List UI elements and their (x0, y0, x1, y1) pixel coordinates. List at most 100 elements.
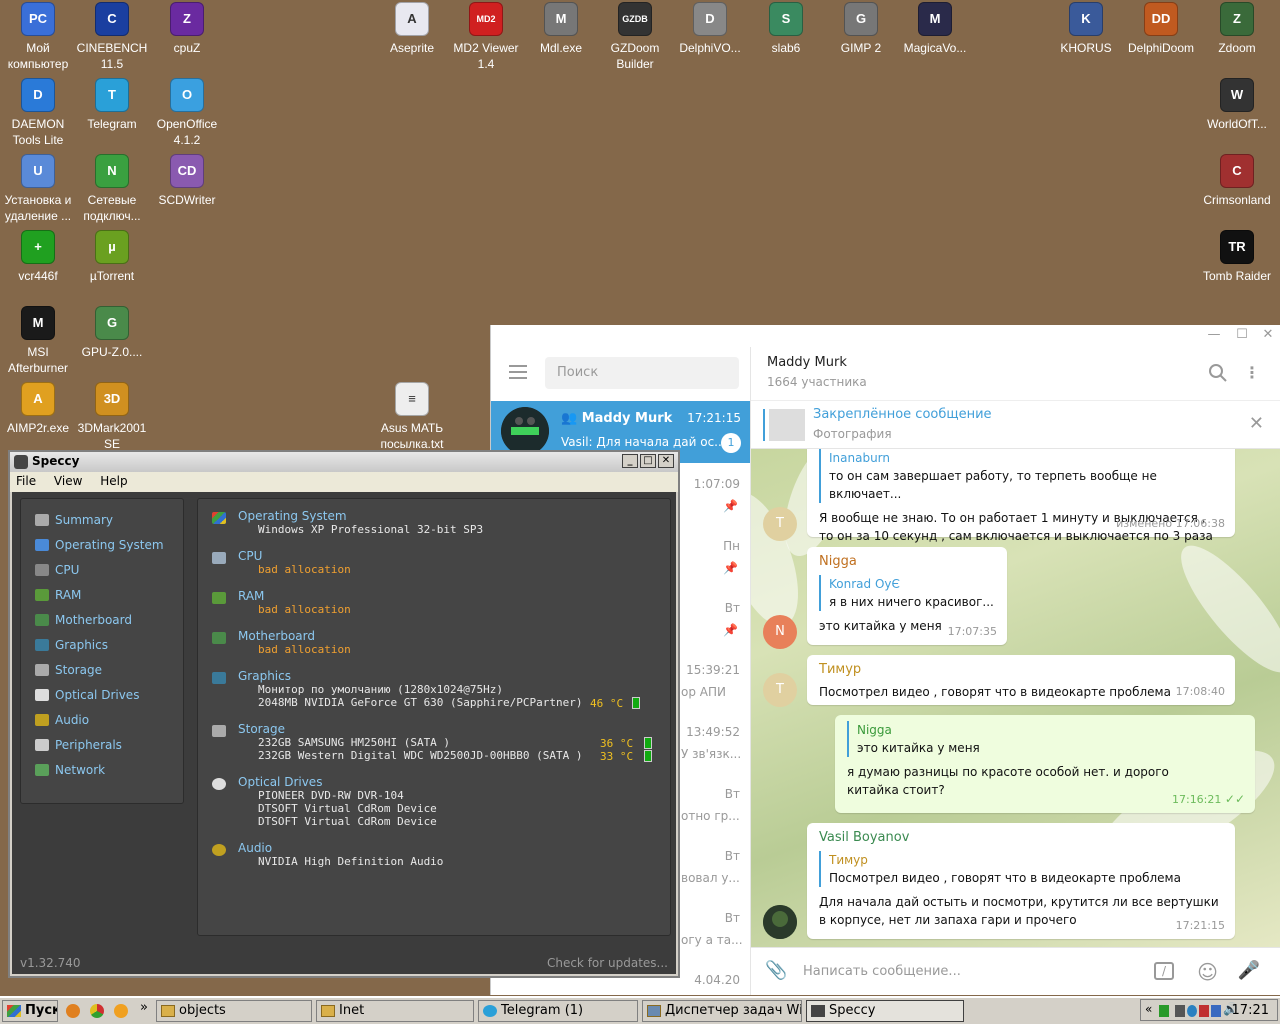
close-button[interactable]: ✕ (658, 454, 674, 468)
message-author[interactable]: Vasil Boyanov (819, 829, 1223, 847)
desktop-icon[interactable]: Sslab6 (748, 2, 824, 56)
more-options-icon[interactable]: ⋮ (1244, 363, 1260, 382)
desktop-icon[interactable]: T Telegram (74, 78, 150, 132)
desktop-icon[interactable]: GZDB GZDoom Builder (597, 2, 673, 72)
commands-icon[interactable]: / (1154, 962, 1174, 980)
chat-item-meta[interactable]: Вт (670, 787, 740, 801)
chat-item-meta[interactable]: 13:49:52 (670, 725, 740, 739)
desktop-icon[interactable]: CD SCDWriter (149, 154, 225, 208)
desktop-icon[interactable]: Z Zdoom (1199, 2, 1275, 56)
search-icon[interactable] (1208, 363, 1228, 387)
aimp-icon[interactable] (114, 1004, 128, 1018)
desktop-icon[interactable]: 3D 3DMark2001 SE (74, 382, 150, 452)
close-pinned-icon[interactable]: ✕ (1249, 413, 1264, 434)
message-author[interactable]: Nigga (819, 553, 995, 571)
tray-icon[interactable] (1187, 1005, 1197, 1017)
chat-item-preview[interactable]: отно гр... (681, 809, 750, 823)
taskbar-objects[interactable]: objects (156, 1000, 312, 1022)
chat-item-meta[interactable]: Вт (670, 911, 740, 925)
attach-icon[interactable]: 📎 (765, 960, 787, 981)
chat-item-meta[interactable]: 15:39:21 (670, 663, 740, 677)
desktop-icon[interactable]: M Mdl.exe (523, 2, 599, 56)
desktop-icon[interactable]: TR Tomb Raider (1199, 230, 1275, 284)
desktop-icon[interactable]: U Установка и удаление ... (0, 154, 76, 224)
nav-operating-system[interactable]: Operating System (21, 532, 183, 557)
chat-title[interactable]: Maddy Murk (767, 355, 847, 370)
desktop-icon[interactable]: C CINEBENCH 11.5 (74, 2, 150, 72)
chat-item-preview[interactable]: огу а та... (681, 933, 750, 947)
tray-icon[interactable] (1175, 1005, 1185, 1017)
chat-item-meta[interactable]: 4.04.20 (670, 973, 740, 987)
chat-item-meta[interactable]: 1:07:09 (670, 477, 740, 491)
chat-item-preview[interactable]: У зв'язк... (681, 747, 750, 761)
nav-summary[interactable]: Summary (21, 507, 183, 532)
avatar[interactable] (763, 905, 797, 939)
menu-icon[interactable] (509, 365, 527, 379)
chat-item-preview[interactable]: вовал у... (681, 871, 750, 885)
nav-audio[interactable]: Audio (21, 707, 183, 732)
desktop-icon[interactable]: µ µTorrent (74, 230, 150, 284)
menu-file[interactable]: File (16, 474, 36, 488)
maximize-button[interactable]: □ (640, 454, 656, 468)
quicklaunch-more-icon[interactable]: » (140, 1000, 148, 1015)
desktop-icon[interactable]: ZcpuZ (149, 2, 225, 56)
nav-network[interactable]: Network (21, 757, 183, 782)
nav-peripherals[interactable]: Peripherals (21, 732, 183, 757)
menu-help[interactable]: Help (100, 474, 127, 488)
nav-optical-drives[interactable]: Optical Drives (21, 682, 183, 707)
close-icon[interactable]: ✕ (1258, 327, 1278, 342)
chat-item-meta[interactable]: Вт (670, 601, 740, 615)
desktop-icon[interactable]: D DAEMON Tools Lite (0, 78, 76, 148)
minimize-button[interactable]: _ (622, 454, 638, 468)
chat-item-preview[interactable]: ор АПИ (681, 685, 750, 699)
message-bubble[interactable]: Inanaburn то он сам завершает работу, то … (807, 449, 1235, 543)
tray-icon[interactable] (1199, 1005, 1209, 1017)
desktop-icon[interactable]: ≡ Asus МАТЬ посылка.txt (374, 382, 450, 452)
avatar[interactable]: T (763, 507, 797, 541)
desktop-icon[interactable]: G GIMP 2 (823, 2, 899, 56)
desktop-icon[interactable]: A Aseprite (374, 2, 450, 56)
desktop-icon[interactable]: K KHORUS (1048, 2, 1124, 56)
desktop-icon[interactable]: W WorldOfT... (1199, 78, 1275, 132)
quicklaunch-icon[interactable] (66, 1004, 80, 1018)
message-author[interactable]: Тимур (819, 661, 1223, 679)
chrome-icon[interactable] (90, 1004, 104, 1018)
tray-icon[interactable] (1159, 1005, 1169, 1017)
desktop-icon[interactable]: A AIMP2r.exe (0, 382, 76, 436)
desktop-icon[interactable]: M MSI Afterburner (0, 306, 76, 376)
message-input[interactable]: Написать сообщение... (803, 964, 961, 979)
nav-ram[interactable]: RAM (21, 582, 183, 607)
taskbar-telegram[interactable]: Telegram (1) (478, 1000, 638, 1022)
speccy-titlebar[interactable]: Speccy _ □ ✕ (10, 452, 678, 472)
start-button[interactable]: Пуск (2, 1000, 58, 1022)
message-bubble[interactable]: Тимур Посмотрел видео , говорят что в ви… (807, 655, 1235, 705)
desktop-icon[interactable]: + vcr446f (0, 230, 76, 284)
nav-cpu[interactable]: CPU (21, 557, 183, 582)
desktop-icon[interactable]: O OpenOffice 4.1.2 (149, 78, 225, 148)
nav-motherboard[interactable]: Motherboard (21, 607, 183, 632)
nav-graphics[interactable]: Graphics (21, 632, 183, 657)
taskbar-speccy[interactable]: Speccy (806, 1000, 964, 1022)
nav-storage[interactable]: Storage (21, 657, 183, 682)
taskbar-inet[interactable]: Inet (316, 1000, 474, 1022)
chat-item-meta[interactable]: Пн (670, 539, 740, 553)
microphone-icon[interactable]: 🎤 (1238, 960, 1260, 981)
chat-item-meta[interactable]: Вт (670, 849, 740, 863)
desktop-icon[interactable]: N Сетевые подключ... (74, 154, 150, 224)
desktop-icon[interactable]: C Crimsonland (1199, 154, 1275, 208)
desktop-icon[interactable]: PC Мой компьютер (0, 2, 76, 72)
desktop-icon[interactable]: DD DelphiDoom (1123, 2, 1199, 56)
emoji-icon[interactable]: ☺ (1197, 960, 1218, 984)
search-input[interactable]: Поиск (545, 357, 739, 389)
pinned-message[interactable]: Закреплённое сообщение Фотография ✕ (751, 401, 1280, 449)
avatar[interactable]: N (763, 615, 797, 649)
tray-icon[interactable] (1211, 1005, 1221, 1017)
minimize-icon[interactable]: — (1204, 327, 1224, 342)
taskbar-task-manager[interactable]: Диспетчер задач Wi... (642, 1000, 802, 1022)
menu-view[interactable]: View (54, 474, 82, 488)
message-bubble[interactable]: Nigga Konrad OyЄ я в них ничего красивог.… (807, 547, 1007, 645)
desktop-icon[interactable]: D DelphiVO... (672, 2, 748, 56)
avatar[interactable]: T (763, 673, 797, 707)
message-bubble-outgoing[interactable]: Nigga это китайка у меня я думаю разницы … (835, 715, 1255, 813)
reply-quote[interactable]: Inanaburn то он сам завершает работу, то … (819, 449, 1223, 503)
